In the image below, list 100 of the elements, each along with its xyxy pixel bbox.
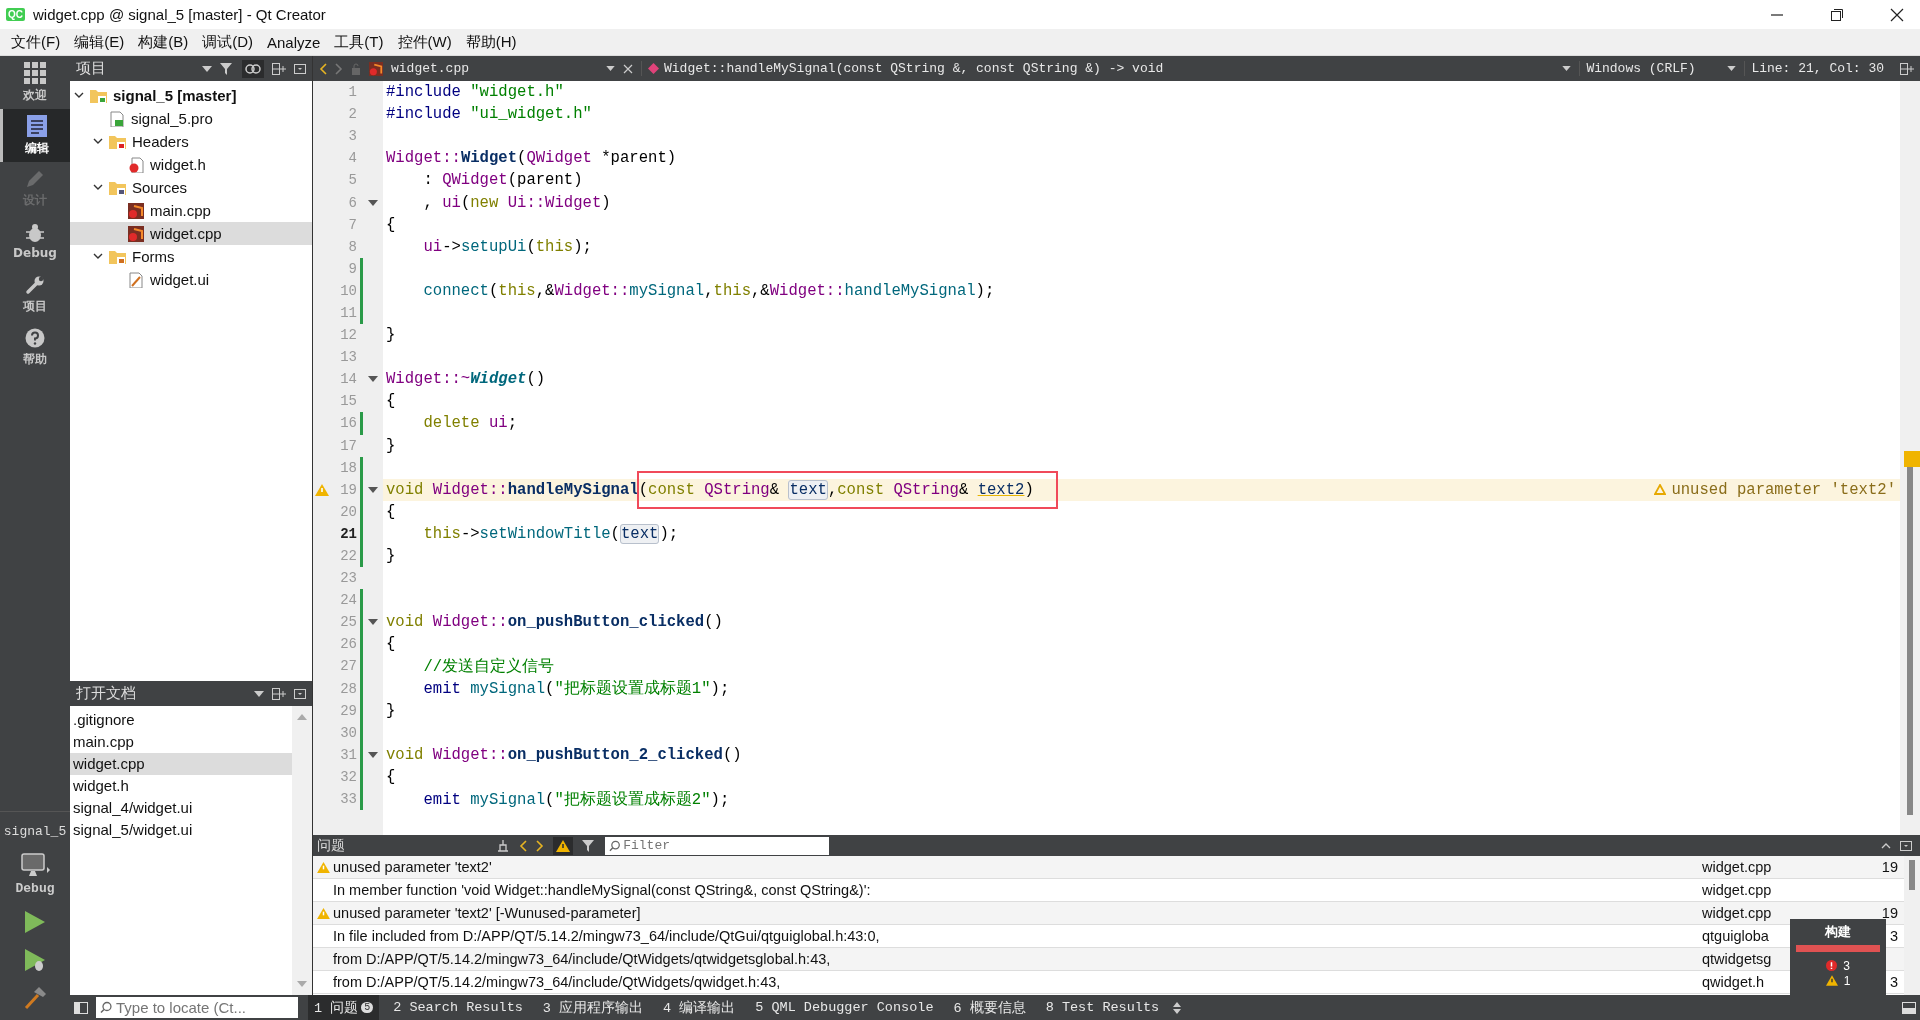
file-name: qtwidgetsg xyxy=(1702,951,1772,967)
mode-button[interactable]: 帮助 xyxy=(0,321,70,374)
document-item[interactable]: widget.h xyxy=(70,775,292,797)
code-line: { xyxy=(385,635,396,654)
tree-item[interactable]: signal_5 [master] xyxy=(70,84,312,107)
scrollbar[interactable] xyxy=(1900,81,1920,835)
output-tab[interactable]: 4 编译输出 xyxy=(657,995,742,1020)
dropdown-icon[interactable] xyxy=(202,65,212,72)
output-tab[interactable]: 3 应用程序输出 xyxy=(536,995,650,1020)
issue-text: from D:/APP/QT/5.14.2/mingw73_64/include/QtWidgets/qtwidgetsglobal.h:43, xyxy=(333,951,832,967)
locator-field[interactable]: Type to locate (Ct... xyxy=(115,999,298,1016)
menu-item[interactable]: Analyze xyxy=(260,33,328,51)
mode-button[interactable]: Debug xyxy=(0,215,70,268)
tree-item[interactable]: signal_5.pro xyxy=(70,107,312,130)
code-line: void Widget::on_pushButton_clicked() xyxy=(385,613,723,632)
chevron-icon[interactable] xyxy=(93,138,103,145)
output-tab[interactable]: 2 Search Results xyxy=(387,995,529,1020)
menu-item[interactable]: 控件(W) xyxy=(390,32,459,52)
code-line: #include "ui_widget.h" xyxy=(385,105,592,124)
tree-item[interactable]: Headers xyxy=(70,130,312,153)
issue-text: In member function 'void Widget::handleMySignal(const QString&, const QString&)': xyxy=(333,882,872,898)
document-item[interactable]: main.cpp xyxy=(70,731,292,753)
file-selector[interactable]: widget.cpp xyxy=(369,61,615,76)
output-tab[interactable]: 1 问题 5 xyxy=(308,995,380,1020)
locator-box[interactable]: Type to locate (Ct... xyxy=(96,997,298,1018)
tree-item[interactable]: main.cpp xyxy=(70,199,312,222)
line-number: 32 xyxy=(339,768,357,785)
tree-item[interactable]: Forms xyxy=(70,245,312,268)
tree-item[interactable]: widget.h xyxy=(70,153,312,176)
split-icon[interactable] xyxy=(272,62,286,75)
up-down-icon[interactable] xyxy=(1173,1001,1182,1014)
fold-icon[interactable] xyxy=(368,486,378,493)
chevron-icon[interactable] xyxy=(74,92,84,99)
run-icon[interactable] xyxy=(24,910,46,934)
collapse-icon[interactable] xyxy=(1881,842,1891,849)
close-panel-icon[interactable] xyxy=(1900,840,1912,851)
scrollbar[interactable] xyxy=(1904,856,1920,995)
close-panel-icon[interactable] xyxy=(294,63,306,74)
cursor-position[interactable]: Line: 21, Col: 30 xyxy=(1744,61,1884,76)
menu-item[interactable]: 工具(T) xyxy=(327,32,391,52)
document-item[interactable]: .gitignore xyxy=(70,709,292,731)
dropdown-icon xyxy=(1562,66,1572,71)
hammer-icon[interactable] xyxy=(23,986,47,1010)
sidebar-toggle-icon[interactable] xyxy=(74,1001,88,1014)
debug-run-icon[interactable] xyxy=(24,948,46,972)
tree-item[interactable]: widget.cpp xyxy=(70,222,312,245)
document-item[interactable]: widget.cpp xyxy=(70,753,292,775)
line-ending-selector[interactable]: Windows (CRLF) xyxy=(1579,61,1737,76)
output-tab[interactable]: 6 概要信息 xyxy=(947,995,1032,1020)
output-tab[interactable]: 5 QML Debugger Console xyxy=(749,995,940,1020)
link-icon[interactable] xyxy=(242,59,264,78)
error-count: 3 xyxy=(1843,958,1850,973)
target-project: signal_5 xyxy=(3,824,67,839)
split-icon[interactable] xyxy=(272,687,286,700)
chevron-icon[interactable] xyxy=(93,184,103,191)
filter-field[interactable]: Filter xyxy=(623,838,829,853)
next-icon[interactable] xyxy=(536,839,544,852)
dropdown-icon[interactable] xyxy=(254,690,264,697)
menu-item[interactable]: 构建(B) xyxy=(131,32,196,52)
filter-box[interactable]: Filter xyxy=(605,836,829,855)
cpp-file-icon xyxy=(128,225,144,242)
mode-button[interactable]: 项目 xyxy=(0,268,70,321)
output-tab[interactable]: 8 Test Results xyxy=(1039,995,1166,1020)
document-item[interactable]: signal_4/widget.ui xyxy=(70,797,292,819)
warning-icon[interactable] xyxy=(553,836,573,855)
maximize-icon[interactable] xyxy=(1830,7,1844,22)
menu-item[interactable]: 帮助(H) xyxy=(458,32,524,52)
chevron-icon[interactable] xyxy=(93,253,103,260)
mode-button[interactable]: 欢迎 xyxy=(0,56,70,109)
code-line: Widget::~Widget() xyxy=(385,370,546,389)
close-icon[interactable] xyxy=(1890,7,1904,22)
broom-icon[interactable] xyxy=(496,839,510,852)
line-number: 16 xyxy=(339,415,357,432)
issue-text: unused parameter 'text2' xyxy=(333,859,493,875)
filter-icon[interactable] xyxy=(582,839,596,852)
build-progress-popup[interactable]: 构建 3 1 xyxy=(1790,919,1886,995)
target-selector[interactable]: Debug xyxy=(15,853,55,896)
code-line: : QWidget(parent) xyxy=(422,171,583,190)
fold-icon[interactable] xyxy=(368,751,378,758)
filter-icon[interactable] xyxy=(220,62,234,75)
panel-toggle-icon[interactable] xyxy=(1902,1001,1916,1014)
dropdown-icon xyxy=(606,66,615,71)
fold-icon[interactable] xyxy=(368,376,378,383)
fold-icon[interactable] xyxy=(368,619,378,626)
close-panel-icon[interactable] xyxy=(294,688,306,699)
menu-item[interactable]: 文件(F) xyxy=(4,32,68,52)
fold-icon[interactable] xyxy=(368,199,378,206)
symbol-selector[interactable]: Widget::handleMySignal(const QString &, const QString &) -> void xyxy=(641,61,1572,76)
previous-icon[interactable] xyxy=(519,839,527,852)
back-icon[interactable] xyxy=(319,62,327,75)
code-line: , ui(new Ui::Widget) xyxy=(422,193,611,212)
wrench-icon xyxy=(25,274,45,295)
split-icon[interactable] xyxy=(1900,62,1914,75)
menu-item[interactable]: 编辑(E) xyxy=(67,32,132,52)
tree-item[interactable]: Sources xyxy=(70,176,312,199)
document-item[interactable]: signal_5/widget.ui xyxy=(70,819,292,841)
menu-item[interactable]: 调试(D) xyxy=(195,32,260,52)
mode-button[interactable]: 编辑 xyxy=(0,109,70,162)
tree-item[interactable]: widget.ui xyxy=(70,268,312,291)
line-number: 3 xyxy=(1889,974,1898,990)
